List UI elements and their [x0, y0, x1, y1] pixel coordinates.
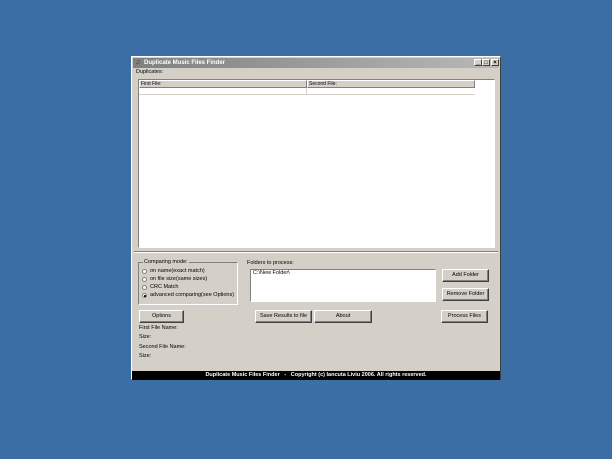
radio-option-advanced[interactable]: advanced comparing(see Options)	[142, 292, 237, 300]
app-icon: ♫	[135, 59, 141, 66]
radio-label: on file size(same sizes)	[150, 276, 208, 282]
first-file-name-label: First File Name:	[139, 325, 178, 331]
second-file-size-label: Size:	[139, 353, 152, 359]
divider	[134, 251, 498, 253]
minimize-button[interactable]: _	[474, 59, 482, 66]
first-file-size-label: Size:	[139, 334, 152, 340]
process-files-button[interactable]: Process Files	[441, 310, 488, 323]
radio-option-size[interactable]: on file size(same sizes)	[142, 276, 237, 284]
options-button[interactable]: Options	[139, 310, 184, 323]
radio-option-name[interactable]: on name(exact match)	[142, 268, 237, 276]
save-results-button[interactable]: Save Results to file	[255, 310, 312, 323]
status-separator: -	[284, 372, 287, 378]
maximize-button[interactable]: □	[482, 59, 490, 66]
folders-list[interactable]: C:\New Folder\	[250, 269, 436, 302]
about-button[interactable]: About	[314, 310, 372, 323]
column-header-first-file[interactable]: First File:	[139, 80, 307, 88]
column-header-second-file[interactable]: Second File:	[307, 80, 475, 88]
status-bar: Duplicate Music Files Finder - Copyright…	[132, 371, 500, 380]
folders-label: Folders to process:	[247, 260, 294, 266]
status-copyright: Copyright (c) Iancuta Liviu 2006. All ri…	[290, 372, 427, 378]
radio-option-crc[interactable]: CRC Match	[142, 284, 237, 292]
radio-label: on name(exact match)	[150, 268, 205, 274]
radio-label: advanced comparing(see Options)	[150, 292, 235, 298]
close-button[interactable]: ×	[491, 59, 499, 66]
table-row-cell[interactable]	[307, 88, 475, 95]
radio-button[interactable]	[142, 277, 147, 282]
add-folder-button[interactable]: Add Folder	[442, 269, 489, 282]
radio-button[interactable]	[142, 285, 147, 290]
comparing-mode-title: Comparing mode:	[143, 259, 189, 266]
duplicates-label: Duplicates:	[136, 69, 164, 75]
table-row[interactable]	[139, 88, 307, 95]
remove-folder-button[interactable]: Remove Folder	[442, 288, 489, 301]
window-title: Duplicate Music Files Finder	[144, 60, 226, 66]
second-file-name-label: Second File Name:	[139, 344, 186, 350]
title-bar[interactable]: ♫ Duplicate Music Files Finder _ □ ×	[133, 58, 499, 68]
comparing-mode-group: Comparing mode: on name(exact match) on …	[138, 259, 238, 305]
app-window: ♫ Duplicate Music Files Finder _ □ × Dup…	[131, 56, 501, 380]
status-title: Duplicate Music Files Finder	[205, 372, 280, 378]
radio-button[interactable]	[142, 269, 147, 274]
folder-item[interactable]: C:\New Folder\	[253, 270, 290, 277]
duplicates-list[interactable]: First File: Second File:	[138, 79, 495, 248]
radio-button-selected[interactable]	[142, 293, 147, 298]
radio-label: CRC Match	[150, 284, 179, 290]
